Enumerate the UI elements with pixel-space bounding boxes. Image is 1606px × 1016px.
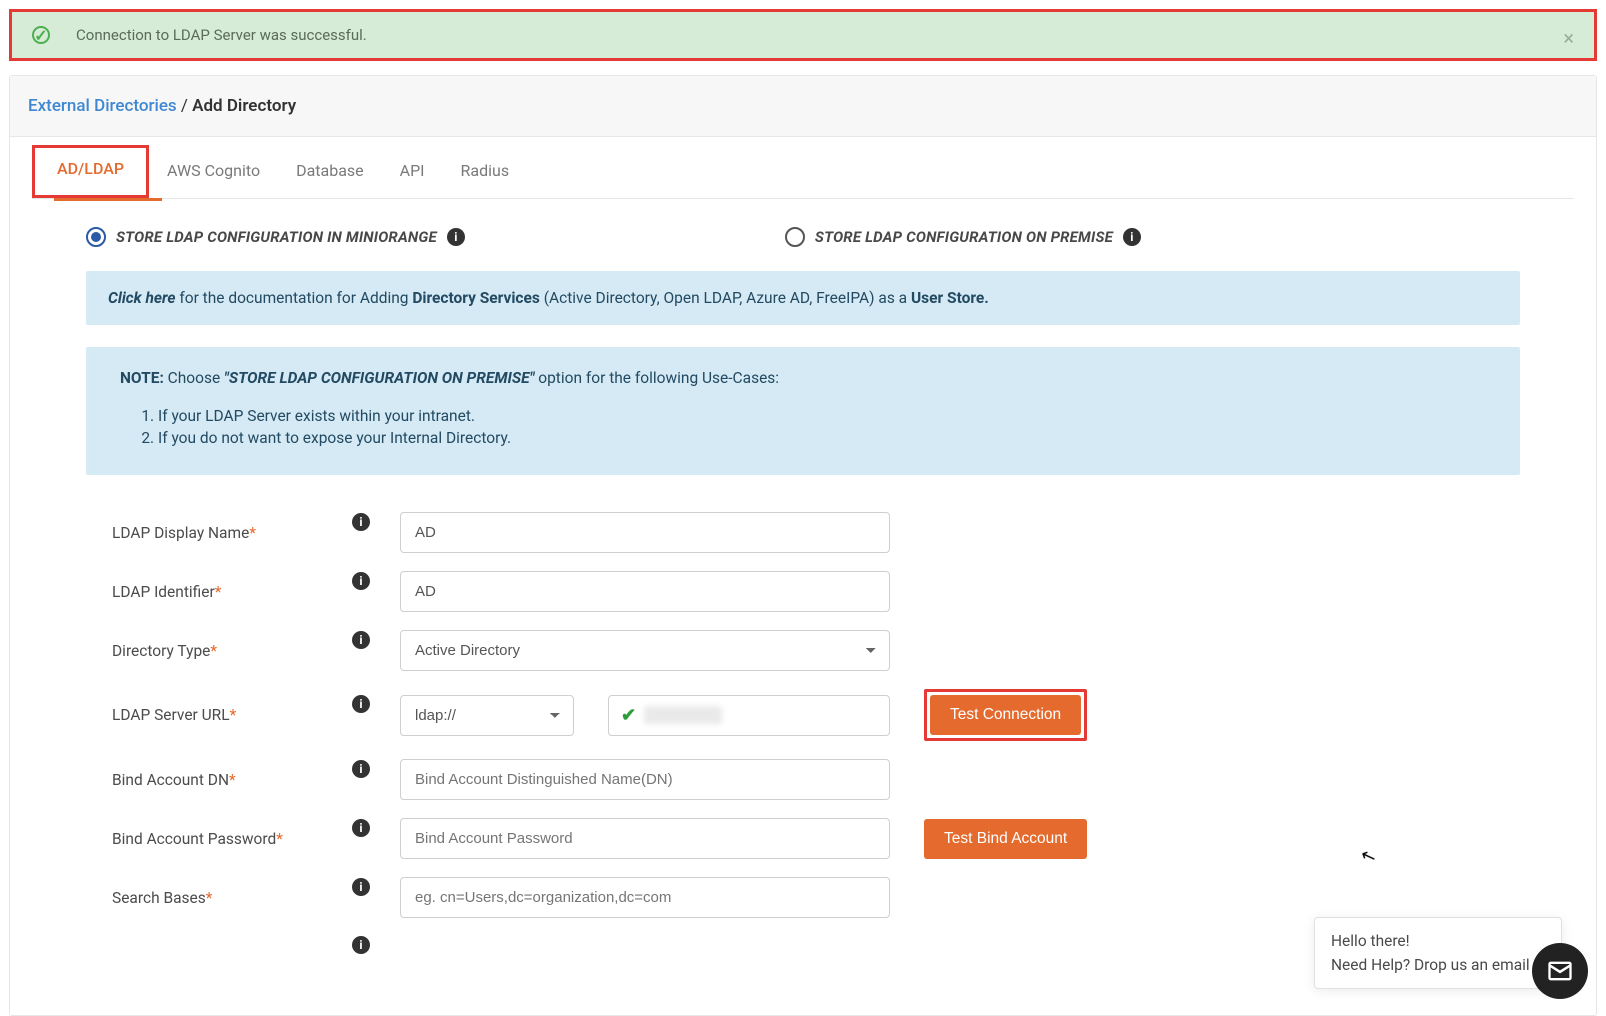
info-text-2: (Active Directory, Open LDAP, Azure AD, …: [540, 289, 911, 307]
test-connection-highlight: Test Connection: [924, 689, 1087, 741]
input-server-url[interactable]: ✔ xx: [608, 695, 890, 736]
info-icon[interactable]: i: [352, 760, 370, 778]
label-directory-type: Directory Type: [112, 642, 210, 660]
breadcrumb-separator: /: [177, 96, 192, 116]
note-tail: option for the following Use-Cases:: [534, 369, 779, 387]
input-search-bases[interactable]: [400, 877, 890, 918]
select-protocol[interactable]: ldap://: [400, 695, 574, 736]
required-star: *: [249, 524, 256, 542]
row-search-bases: Search Bases* i: [86, 868, 1520, 927]
chat-tooltip: Hello there! Need Help? Drop us an email…: [1314, 917, 1562, 989]
radio-miniorange-label: STORE LDAP CONFIGURATION IN MINIORANGE: [116, 228, 437, 246]
input-bind-pw[interactable]: [400, 818, 890, 859]
note-list: If your LDAP Server exists within your i…: [158, 405, 1486, 449]
info-icon[interactable]: i: [447, 228, 465, 246]
row-next-partial: i: [86, 927, 1520, 985]
success-banner: ✓ Connection to LDAP Server was successf…: [9, 9, 1597, 61]
tab-content: STORE LDAP CONFIGURATION IN MINIORANGE i…: [32, 199, 1574, 1015]
required-star: *: [230, 706, 237, 724]
test-bind-account-button[interactable]: Test Bind Account: [924, 819, 1087, 859]
note-item-1: If your LDAP Server exists within your i…: [158, 405, 1486, 427]
chat-line1: Hello there!: [1331, 932, 1545, 950]
radio-empty-icon: [785, 227, 805, 247]
info-icon[interactable]: i: [352, 572, 370, 590]
input-display-name[interactable]: [400, 512, 890, 553]
redacted-server-value: xx: [644, 706, 722, 724]
required-star: *: [210, 642, 217, 660]
note-emph: "STORE LDAP CONFIGURATION ON PREMISE": [224, 369, 534, 387]
label-search-bases: Search Bases: [112, 889, 206, 907]
breadcrumb-parent-link[interactable]: External Directories: [28, 96, 177, 116]
row-bind-dn: Bind Account DN* i: [86, 750, 1520, 809]
select-directory-type[interactable]: Active Directory: [400, 630, 890, 671]
info-icon[interactable]: i: [352, 936, 370, 954]
note-label: NOTE:: [120, 369, 164, 387]
info-icon[interactable]: i: [352, 513, 370, 531]
banner-message: Connection to LDAP Server was successful…: [76, 26, 367, 44]
note-item-2: If you do not want to expose your Intern…: [158, 427, 1486, 449]
row-directory-type: Directory Type* i Active Directory: [86, 621, 1520, 680]
chat-launcher-button[interactable]: [1532, 943, 1588, 999]
main-panel: External Directories / Add Directory AD/…: [9, 75, 1597, 1016]
breadcrumb-current: Add Directory: [192, 96, 296, 116]
tabs: AD/LDAP AWS Cognito Database API Radius: [32, 147, 1574, 199]
tabs-container: AD/LDAP AWS Cognito Database API Radius …: [10, 137, 1596, 1015]
row-identifier: LDAP Identifier* i: [86, 562, 1520, 621]
label-display-name: LDAP Display Name: [112, 524, 249, 542]
radio-onpremise-label: STORE LDAP CONFIGURATION ON PREMISE: [815, 228, 1113, 246]
info-icon[interactable]: i: [352, 819, 370, 837]
label-bind-dn: Bind Account DN: [112, 771, 229, 789]
test-connection-button[interactable]: Test Connection: [930, 695, 1081, 735]
info-icon[interactable]: i: [1123, 228, 1141, 246]
click-here-link[interactable]: Click here: [108, 289, 176, 307]
radio-onpremise[interactable]: STORE LDAP CONFIGURATION ON PREMISE i: [785, 227, 1141, 247]
checkmark-icon: ✔: [621, 705, 636, 726]
info-user-store: User Store.: [911, 289, 989, 307]
info-dir-services: Directory Services: [412, 289, 540, 307]
row-display-name: LDAP Display Name* i: [86, 503, 1520, 562]
label-server-url: LDAP Server URL: [112, 706, 230, 724]
input-bind-dn[interactable]: [400, 759, 890, 800]
required-star: *: [215, 583, 222, 601]
tab-ad-ldap[interactable]: AD/LDAP: [32, 145, 149, 198]
info-icon[interactable]: i: [352, 695, 370, 713]
mail-icon: [1546, 957, 1574, 985]
input-identifier[interactable]: [400, 571, 890, 612]
breadcrumb: External Directories / Add Directory: [10, 76, 1596, 137]
required-star: *: [276, 830, 283, 848]
required-star: *: [206, 889, 213, 907]
required-star: *: [229, 771, 236, 789]
label-identifier: LDAP Identifier: [112, 583, 215, 601]
radio-filled-icon: [86, 227, 106, 247]
tab-database[interactable]: Database: [278, 147, 382, 198]
row-bind-pw: Bind Account Password* i Test Bind Accou…: [86, 809, 1520, 868]
radio-miniorange[interactable]: STORE LDAP CONFIGURATION IN MINIORANGE i: [86, 227, 465, 247]
chat-line2: Need Help? Drop us an email !: [1331, 956, 1545, 974]
row-server-url: LDAP Server URL* i ldap:// ✔ xx Test Con…: [86, 680, 1520, 750]
note-choose: Choose: [164, 369, 224, 387]
config-location-radios: STORE LDAP CONFIGURATION IN MINIORANGE i…: [86, 217, 1520, 271]
note-box: NOTE: Choose "STORE LDAP CONFIGURATION O…: [86, 347, 1520, 475]
info-icon[interactable]: i: [352, 631, 370, 649]
tab-radius[interactable]: Radius: [443, 147, 528, 198]
doc-info-box: Click here for the documentation for Add…: [86, 271, 1520, 325]
tab-api[interactable]: API: [382, 147, 443, 198]
tab-aws-cognito[interactable]: AWS Cognito: [149, 147, 278, 198]
info-icon[interactable]: i: [352, 878, 370, 896]
check-circle-icon: ✓: [32, 26, 50, 44]
label-bind-pw: Bind Account Password: [112, 830, 276, 848]
active-tab-indicator: [54, 198, 162, 201]
close-icon[interactable]: ×: [1563, 26, 1574, 50]
info-text-1: for the documentation for Adding: [176, 289, 413, 307]
